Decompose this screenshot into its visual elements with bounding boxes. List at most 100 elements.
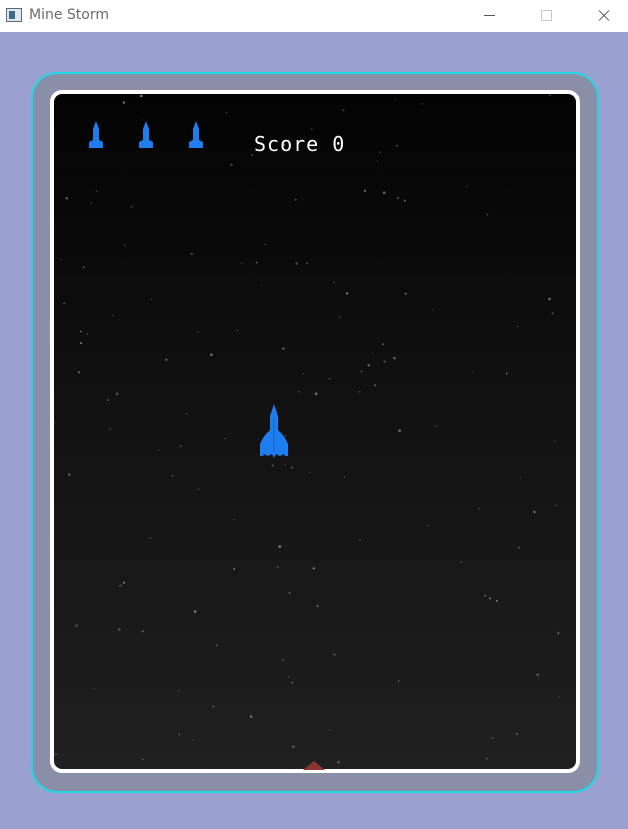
star — [106, 398, 110, 402]
star — [171, 474, 174, 477]
star — [54, 421, 56, 424]
star — [233, 519, 235, 521]
star — [554, 440, 556, 442]
star — [79, 330, 82, 333]
star — [192, 739, 194, 741]
star — [119, 584, 122, 587]
star — [117, 628, 121, 631]
star — [360, 370, 363, 373]
star — [140, 94, 143, 98]
star — [484, 594, 487, 597]
star — [130, 206, 133, 208]
star — [302, 373, 305, 375]
star — [549, 94, 551, 96]
close-button[interactable] — [580, 0, 626, 32]
star — [124, 244, 126, 247]
star — [122, 101, 125, 104]
star — [466, 185, 468, 187]
star — [371, 352, 374, 354]
star — [264, 243, 267, 246]
star — [255, 261, 258, 264]
star — [314, 392, 318, 395]
star — [63, 302, 66, 305]
star — [485, 757, 488, 760]
star — [329, 730, 331, 732]
star — [491, 737, 494, 739]
star — [149, 537, 151, 539]
life-rocket-icon — [89, 121, 103, 148]
star — [271, 464, 274, 467]
star — [230, 163, 233, 166]
star — [376, 160, 378, 162]
app-icon — [6, 8, 22, 22]
star — [93, 688, 95, 690]
star — [312, 567, 316, 570]
star — [495, 599, 498, 602]
star — [316, 604, 319, 608]
star — [80, 342, 82, 345]
star — [359, 391, 361, 393]
star — [75, 624, 78, 627]
star — [472, 371, 474, 373]
game-screen[interactable]: Score 0 — [50, 90, 580, 773]
mine-icon — [303, 761, 325, 770]
score-display: Score 0 — [254, 132, 346, 156]
star — [115, 392, 119, 396]
star — [343, 476, 346, 478]
title-bar: Mine Storm — [0, 0, 628, 32]
star — [363, 189, 367, 192]
star — [95, 190, 98, 192]
star — [178, 733, 181, 736]
star — [393, 357, 396, 360]
star — [518, 546, 520, 549]
star — [65, 197, 68, 200]
star — [533, 510, 536, 514]
star — [292, 745, 295, 749]
star — [395, 98, 397, 100]
star — [431, 309, 433, 311]
player-ship — [260, 404, 288, 458]
star — [177, 689, 180, 692]
maximize-button[interactable] — [522, 0, 568, 32]
star — [295, 262, 298, 265]
star — [486, 213, 489, 216]
star — [551, 312, 554, 315]
star — [345, 292, 349, 295]
star — [241, 262, 243, 264]
star — [306, 262, 308, 265]
star — [396, 196, 400, 200]
star — [382, 343, 384, 345]
star — [398, 429, 401, 433]
star — [54, 753, 58, 756]
star — [342, 109, 345, 112]
star — [278, 545, 282, 548]
star — [396, 144, 399, 147]
star — [77, 371, 81, 374]
star — [383, 360, 386, 363]
star — [359, 539, 362, 542]
star — [197, 488, 199, 490]
star — [250, 715, 253, 718]
star — [207, 767, 209, 769]
minimize-button[interactable] — [466, 0, 512, 32]
star — [90, 202, 92, 204]
star — [478, 507, 481, 510]
life-rocket-icon — [189, 121, 203, 148]
star — [367, 364, 370, 367]
star — [505, 372, 508, 375]
star — [520, 477, 522, 479]
star — [555, 504, 557, 507]
star — [60, 258, 62, 261]
star — [185, 413, 187, 415]
star — [397, 680, 400, 682]
window-title: Mine Storm — [29, 7, 109, 23]
star — [288, 591, 291, 594]
star — [382, 191, 386, 195]
star — [282, 658, 285, 661]
star — [288, 676, 290, 678]
star — [226, 112, 228, 114]
star — [516, 325, 519, 328]
starfield — [54, 94, 561, 769]
star — [329, 377, 331, 380]
star — [216, 644, 219, 647]
